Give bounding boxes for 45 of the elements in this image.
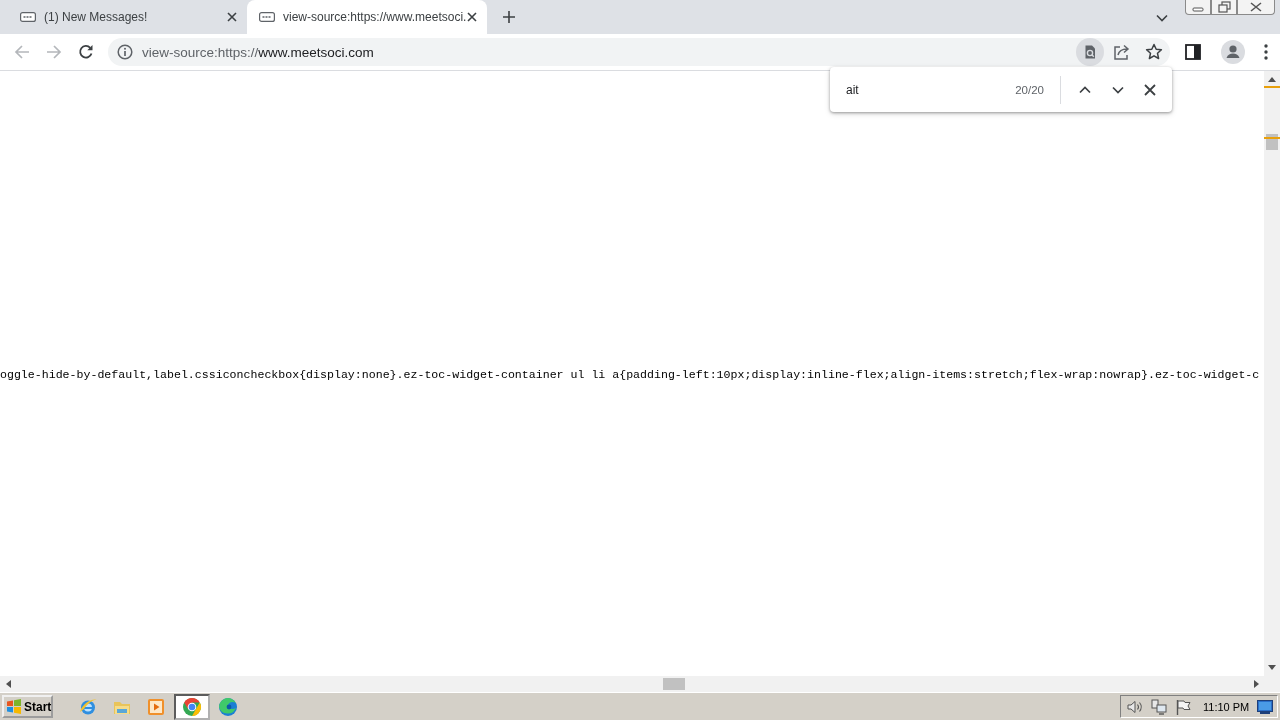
- start-button[interactable]: Start: [2, 695, 53, 718]
- play-icon[interactable]: [146, 696, 166, 717]
- reload-icon[interactable]: [78, 44, 94, 60]
- scroll-down-arrow-icon[interactable]: [1268, 665, 1276, 670]
- browser-tab[interactable]: view-source:https://www.meetsoci.: [247, 0, 487, 34]
- match-marker-icon: [1264, 137, 1280, 139]
- find-field[interactable]: ait: [846, 82, 996, 97]
- match-count: 20/20: [1014, 83, 1044, 96]
- share-icon[interactable]: [1113, 43, 1131, 61]
- speaker-icon[interactable]: [1127, 698, 1143, 715]
- find-in-page-icon[interactable]: [1076, 38, 1104, 66]
- address-bar[interactable]: view-source:https://www.meetsoci.com: [108, 38, 1170, 66]
- horizontal-scrollbar[interactable]: [0, 676, 1280, 692]
- scroll-left-arrow-icon[interactable]: [6, 680, 11, 688]
- network-icon[interactable]: [1151, 698, 1167, 715]
- favicon-icon: [259, 12, 275, 22]
- vertical-scrollbar[interactable]: [1264, 71, 1280, 676]
- chevron-down-icon[interactable]: [1156, 14, 1168, 22]
- minimize-icon[interactable]: [1185, 0, 1211, 15]
- chevron-up-icon[interactable]: [1079, 85, 1091, 94]
- swirl-icon[interactable]: [218, 696, 238, 717]
- star-icon[interactable]: [1145, 43, 1163, 61]
- monitor-icon[interactable]: [1257, 699, 1274, 714]
- windows-logo-icon: [6, 699, 22, 714]
- source-code-line: oggle-hide-by-default,label.cssiconcheckbox{display:none}.ez-toc-widget-container ul li a{padding-left:10px;display:inline-flex;align-items:stretch;flex-wrap:nowrap}.ez-toc-widget-c: [0, 367, 1261, 383]
- info-icon: [117, 44, 133, 60]
- scroll-right-arrow-icon[interactable]: [1254, 680, 1259, 688]
- chevron-down-icon[interactable]: [1112, 85, 1124, 94]
- side-panel-icon[interactable]: [1185, 44, 1201, 60]
- close-icon[interactable]: [1144, 83, 1156, 96]
- round-logo-icon[interactable]: [174, 693, 210, 720]
- match-marker-icon: [1264, 86, 1280, 88]
- avatar-icon[interactable]: [1221, 40, 1245, 64]
- plus-icon[interactable]: [503, 11, 515, 23]
- close-icon[interactable]: [1237, 0, 1275, 15]
- browser-tab[interactable]: (1) New Messages!: [8, 0, 247, 34]
- close-icon[interactable]: [467, 12, 477, 22]
- close-icon[interactable]: [227, 12, 237, 22]
- scrollbar-thumb[interactable]: [663, 678, 685, 690]
- clock-time[interactable]: 11:10 PM: [1203, 700, 1250, 713]
- flag-icon[interactable]: [1175, 698, 1191, 715]
- scroll-up-arrow-icon[interactable]: [1268, 77, 1276, 82]
- favicon-icon: [20, 12, 36, 22]
- menu-icon[interactable]: [1264, 44, 1268, 60]
- restore-icon[interactable]: [1211, 0, 1237, 15]
